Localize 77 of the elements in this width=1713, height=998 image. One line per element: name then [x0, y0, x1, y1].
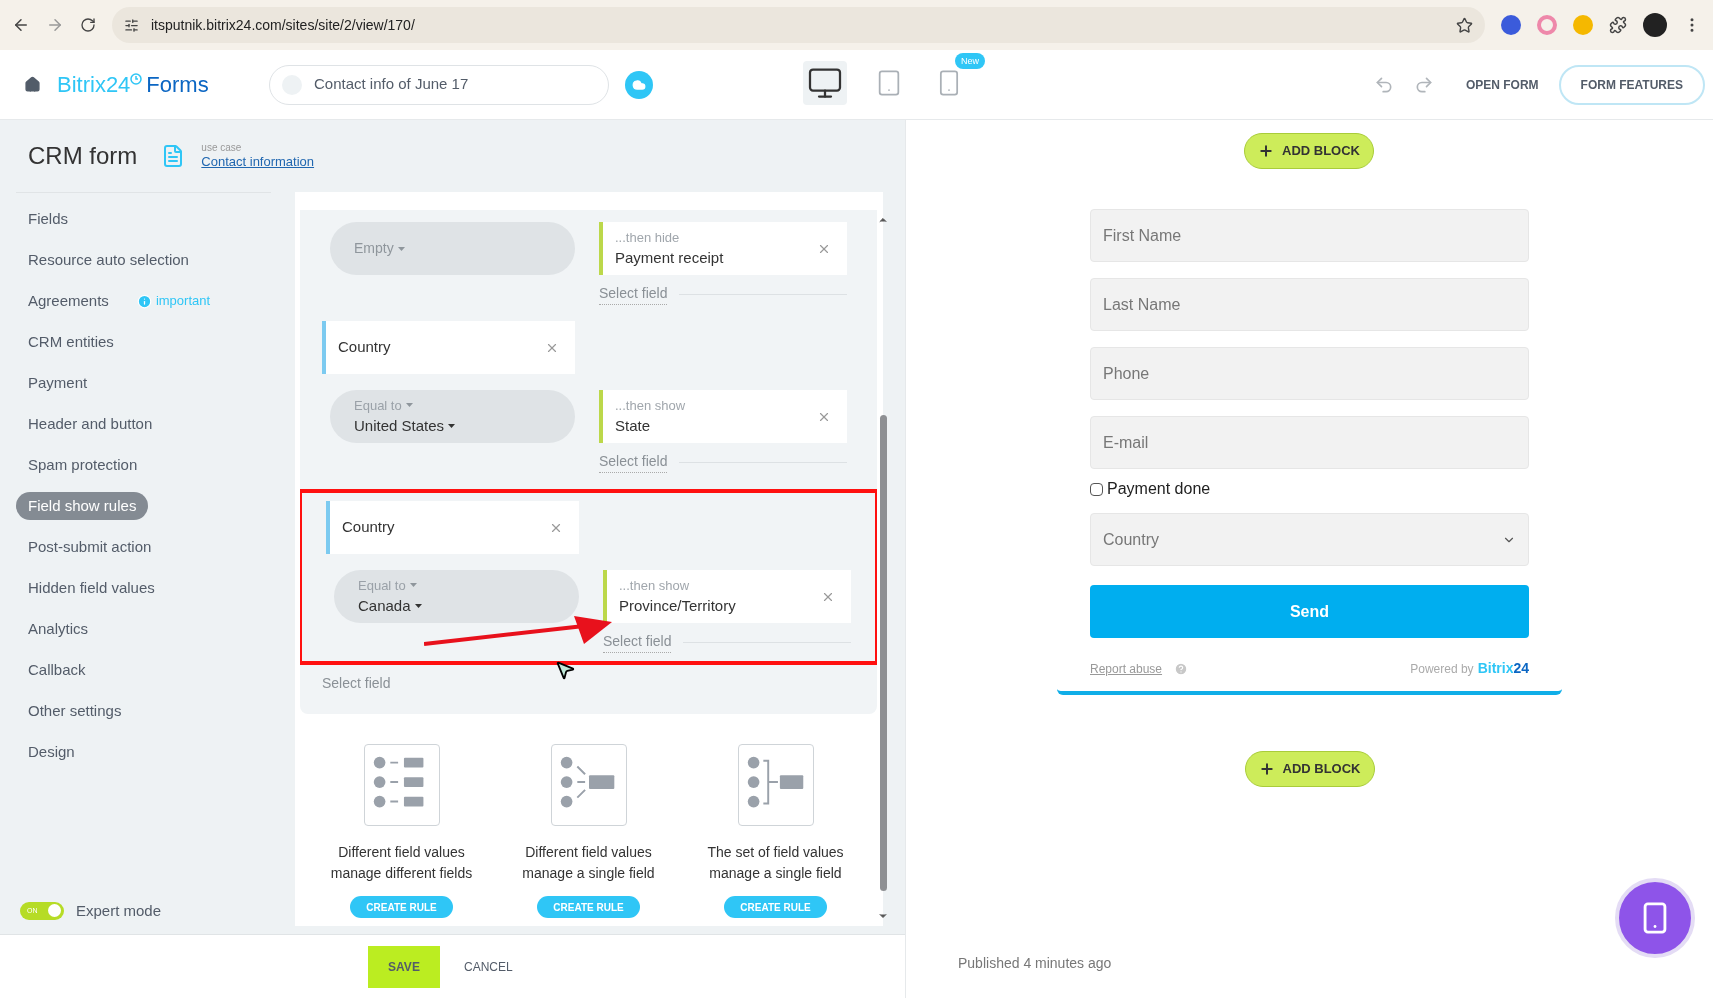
extension-icon[interactable]: [1537, 15, 1557, 35]
forward-icon[interactable]: [46, 16, 64, 34]
use-case-link[interactable]: Contact information: [201, 154, 315, 171]
template-description: Different field values manage a single field: [522, 843, 655, 883]
sidebar-item[interactable]: Other settings: [16, 697, 134, 725]
logo-product: Forms: [146, 71, 209, 99]
rule-action-card[interactable]: ...then show State: [599, 390, 847, 443]
info-icon: [136, 293, 152, 309]
checkbox-label: Payment done: [1107, 479, 1211, 499]
extension-icon[interactable]: [1501, 15, 1521, 35]
form-input[interactable]: Phone: [1090, 347, 1529, 400]
checkbox[interactable]: [1090, 482, 1103, 496]
condition-pill[interactable]: Equal to Canada: [334, 570, 579, 623]
cancel-button[interactable]: CANCEL: [464, 957, 513, 976]
expert-mode-label: Expert mode: [76, 900, 162, 921]
caret-icon: [397, 246, 405, 251]
sidebar-item[interactable]: Spam protection: [16, 451, 150, 479]
form-features-button[interactable]: FORM FEATURES: [1558, 64, 1705, 105]
device-preview-button[interactable]: [803, 61, 847, 105]
rule-action-card[interactable]: ...then show Province/Territory: [603, 570, 851, 623]
template-description: The set of field values manage a single field: [707, 843, 844, 883]
template-description: Different field values manage different fields: [330, 843, 473, 883]
published-status: Published 4 minutes ago: [958, 954, 1112, 973]
caret-icon: [414, 604, 422, 609]
mouse-cursor-icon: [554, 659, 576, 681]
powered-by-text: Powered by: [1410, 660, 1474, 678]
sidebar-item[interactable]: Header and button: [16, 410, 165, 438]
extensions-icon[interactable]: [1609, 16, 1627, 34]
caret-icon: [409, 583, 417, 588]
plus-icon: [1258, 761, 1275, 777]
cloud-button[interactable]: [625, 70, 653, 99]
save-button[interactable]: SAVE: [368, 945, 440, 988]
form-input[interactable]: First Name: [1090, 209, 1529, 262]
plus-icon: [1258, 143, 1274, 159]
sidebar-item[interactable]: Hidden field values: [16, 574, 167, 602]
sidebar-item[interactable]: Resource auto selection: [16, 246, 201, 274]
sidebar-item[interactable]: Post-submit action: [16, 533, 164, 561]
add-block-button[interactable]: ADD BLOCK: [1244, 133, 1374, 169]
sidebar-item[interactable]: Fields: [16, 205, 80, 233]
caret-icon: [405, 403, 413, 408]
logo-brand: Bitrix24: [57, 71, 131, 99]
form-input[interactable]: Last Name: [1090, 278, 1529, 331]
rule-field-card[interactable]: Country: [326, 501, 579, 554]
back-icon[interactable]: [12, 16, 30, 34]
home-icon[interactable]: [24, 76, 41, 93]
sidebar-item[interactable]: Agreements: [16, 287, 121, 315]
new-badge: New: [955, 53, 985, 69]
condition-pill[interactable]: Equal to United States: [330, 390, 575, 443]
desktop-icon: [807, 65, 843, 101]
use-case-label: use case: [201, 141, 243, 155]
reload-icon[interactable]: [80, 17, 96, 33]
rule-template-icon: [550, 744, 627, 826]
rule-action-card[interactable]: ...then hide Payment receipt: [599, 222, 847, 275]
help-icon[interactable]: [1174, 661, 1189, 676]
sidebar-item[interactable]: Analytics: [16, 615, 101, 643]
sidebar-item[interactable]: Callback: [16, 656, 98, 684]
address-bar[interactable]: itsputnik.bitrix24.com/sites/site/2/view/170/: [112, 7, 1485, 43]
form-input[interactable]: E-mail: [1090, 416, 1529, 469]
clock-icon: [130, 72, 143, 85]
rule-template-icon: [363, 744, 440, 826]
add-block-button[interactable]: ADD BLOCK: [1244, 751, 1375, 787]
sidebar-item[interactable]: Payment: [16, 369, 100, 397]
caret-icon: [448, 424, 456, 429]
bookmark-star-icon[interactable]: [1456, 16, 1473, 34]
undo-icon[interactable]: [1373, 74, 1394, 95]
profile-avatar[interactable]: [1643, 13, 1667, 37]
sidebar-item[interactable]: Field show rules: [16, 492, 149, 520]
sidebar-item[interactable]: CRM entities: [16, 328, 126, 356]
bitrix24-logo: Bitrix24: [1477, 659, 1529, 678]
site-settings-icon[interactable]: [124, 17, 139, 33]
open-form-button[interactable]: OPEN FORM: [1465, 75, 1539, 94]
rule-field-card[interactable]: Country: [322, 321, 575, 374]
rule-template-icon: [737, 744, 814, 826]
sidebar-item[interactable]: Design: [16, 738, 87, 766]
panel-title: CRM form: [28, 141, 138, 171]
cloud-icon: [632, 77, 646, 92]
country-select[interactable]: Country: [1090, 513, 1529, 566]
